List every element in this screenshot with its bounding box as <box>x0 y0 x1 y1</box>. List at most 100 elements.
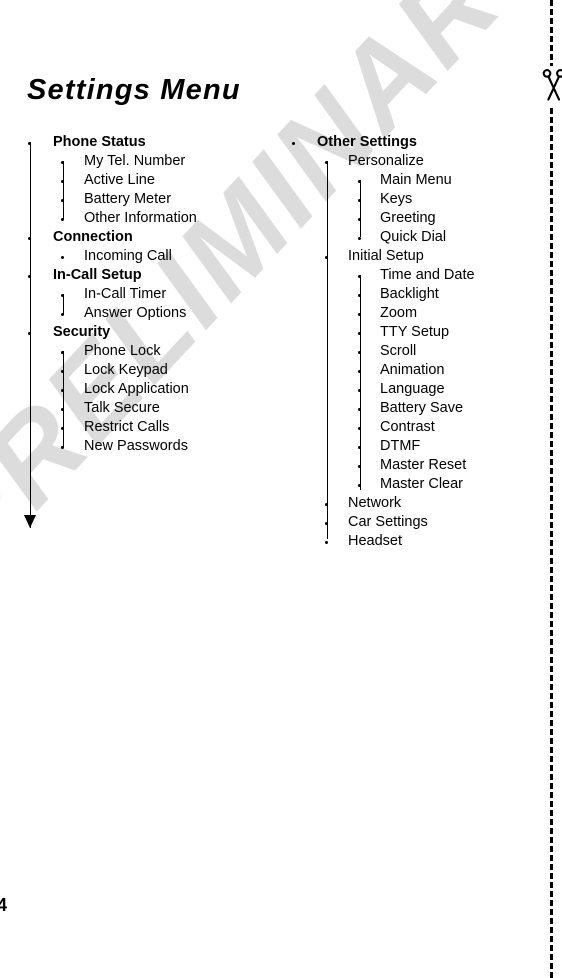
bullet-icon <box>358 237 361 240</box>
bullet-icon <box>292 142 295 145</box>
cut-here-dashed-line <box>550 0 553 978</box>
menu-item-phone-lock[interactable]: Phone Lock <box>28 342 278 361</box>
menu-item-label: Time and Date <box>380 267 475 283</box>
menu-item-backlight[interactable]: Backlight <box>292 285 542 304</box>
menu-item-label: DTMF <box>380 438 421 454</box>
menu-item-label: Zoom <box>380 305 418 321</box>
menu-item-zoom[interactable]: Zoom <box>292 304 542 323</box>
menu-item-label: Main Menu <box>380 172 452 188</box>
menu-item-phone-status[interactable]: Phone Status <box>28 133 278 152</box>
menu-item-animation[interactable]: Animation <box>292 361 542 380</box>
menu-item-battery-save[interactable]: Battery Save <box>292 399 542 418</box>
menu-item-dtmf[interactable]: DTMF <box>292 437 542 456</box>
bullet-icon <box>61 218 64 221</box>
bullet-icon <box>358 313 361 316</box>
menu-item-label: Connection <box>53 229 133 245</box>
menu-item-incoming-call[interactable]: Incoming Call <box>28 247 278 266</box>
menu-item-quick-dial[interactable]: Quick Dial <box>292 228 542 247</box>
menu-item-security[interactable]: Security <box>28 323 278 342</box>
menu-item-language[interactable]: Language <box>292 380 542 399</box>
bullet-icon <box>28 142 31 145</box>
menu-item-master-reset[interactable]: Master Reset <box>292 456 542 475</box>
menu-item-label: Lock Keypad <box>84 362 168 378</box>
bullet-icon <box>358 408 361 411</box>
menu-item-greeting[interactable]: Greeting <box>292 209 542 228</box>
menu-item-new-passwords[interactable]: New Passwords <box>28 437 278 456</box>
bullet-icon <box>358 332 361 335</box>
menu-item-label: Restrict Calls <box>84 419 170 435</box>
menu-item-label: Quick Dial <box>380 229 447 245</box>
menu-item-label: Lock Application <box>84 381 189 397</box>
menu-item-label: Phone Lock <box>84 343 161 359</box>
menu-item-label: Personalize <box>348 153 424 169</box>
bullet-icon <box>61 408 64 411</box>
menu-item-label: Animation <box>380 362 445 378</box>
bullet-icon <box>61 256 64 259</box>
menu-item-in-call-setup[interactable]: In-Call Setup <box>28 266 278 285</box>
menu-item-time-and-date[interactable]: Time and Date <box>292 266 542 285</box>
menu-item-contrast[interactable]: Contrast <box>292 418 542 437</box>
bullet-icon <box>358 275 361 278</box>
bullet-icon <box>61 370 64 373</box>
menu-item-initial-setup[interactable]: Initial Setup <box>292 247 542 266</box>
bullet-icon <box>61 427 64 430</box>
bullet-icon <box>358 370 361 373</box>
bullet-icon <box>358 294 361 297</box>
scissors-icon <box>540 66 562 106</box>
menu-item-label: Active Line <box>84 172 155 188</box>
menu-item-label: Car Settings <box>348 514 428 530</box>
menu-tree-right-column: Other Settings Personalize Main Menu Key… <box>292 133 542 551</box>
bullet-icon <box>358 484 361 487</box>
menu-item-car-settings[interactable]: Car Settings <box>292 513 542 532</box>
menu-item-label: Battery Save <box>380 400 464 416</box>
bullet-icon <box>325 541 328 544</box>
bullet-icon <box>28 332 31 335</box>
menu-item-main-menu[interactable]: Main Menu <box>292 171 542 190</box>
menu-item-my-tel-number[interactable]: My Tel. Number <box>28 152 278 171</box>
menu-item-label: Security <box>53 324 111 340</box>
bullet-icon <box>61 389 64 392</box>
menu-item-headset[interactable]: Headset <box>292 532 542 551</box>
menu-item-keys[interactable]: Keys <box>292 190 542 209</box>
menu-item-other-settings[interactable]: Other Settings <box>292 133 542 152</box>
menu-item-connection[interactable]: Connection <box>28 228 278 247</box>
bullet-icon <box>358 465 361 468</box>
bullet-icon <box>325 161 328 164</box>
menu-item-scroll[interactable]: Scroll <box>292 342 542 361</box>
menu-item-in-call-timer[interactable]: In-Call Timer <box>28 285 278 304</box>
menu-item-talk-secure[interactable]: Talk Secure <box>28 399 278 418</box>
menu-item-label: Answer Options <box>84 305 187 321</box>
menu-item-tty-setup[interactable]: TTY Setup <box>292 323 542 342</box>
bullet-icon <box>358 180 361 183</box>
menu-item-label: Greeting <box>380 210 436 226</box>
bullet-icon <box>358 199 361 202</box>
menu-item-battery-meter[interactable]: Battery Meter <box>28 190 278 209</box>
menu-tree-left-column: Phone Status My Tel. Number Active Line … <box>28 133 278 456</box>
menu-item-personalize[interactable]: Personalize <box>292 152 542 171</box>
menu-item-label: Headset <box>348 533 403 549</box>
menu-item-active-line[interactable]: Active Line <box>28 171 278 190</box>
bullet-icon <box>358 351 361 354</box>
menu-item-network[interactable]: Network <box>292 494 542 513</box>
menu-item-label: Master Clear <box>380 476 463 492</box>
menu-item-label: Talk Secure <box>84 400 160 416</box>
bullet-icon <box>28 237 31 240</box>
menu-item-label: Master Reset <box>380 457 467 473</box>
menu-item-lock-keypad[interactable]: Lock Keypad <box>28 361 278 380</box>
menu-item-label: Phone Status <box>53 134 146 150</box>
bullet-icon <box>61 199 64 202</box>
menu-item-label: TTY Setup <box>380 324 450 340</box>
menu-item-lock-application[interactable]: Lock Application <box>28 380 278 399</box>
menu-item-master-clear[interactable]: Master Clear <box>292 475 542 494</box>
menu-item-label: New Passwords <box>84 438 188 454</box>
bullet-icon <box>325 256 328 259</box>
menu-item-label: Contrast <box>380 419 435 435</box>
bullet-icon <box>61 313 64 316</box>
menu-item-restrict-calls[interactable]: Restrict Calls <box>28 418 278 437</box>
menu-item-other-information[interactable]: Other Information <box>28 209 278 228</box>
menu-item-label: Battery Meter <box>84 191 172 207</box>
bullet-icon <box>325 522 328 525</box>
menu-item-answer-options[interactable]: Answer Options <box>28 304 278 323</box>
menu-item-label: Network <box>348 495 402 511</box>
menu-item-label: Backlight <box>380 286 439 302</box>
